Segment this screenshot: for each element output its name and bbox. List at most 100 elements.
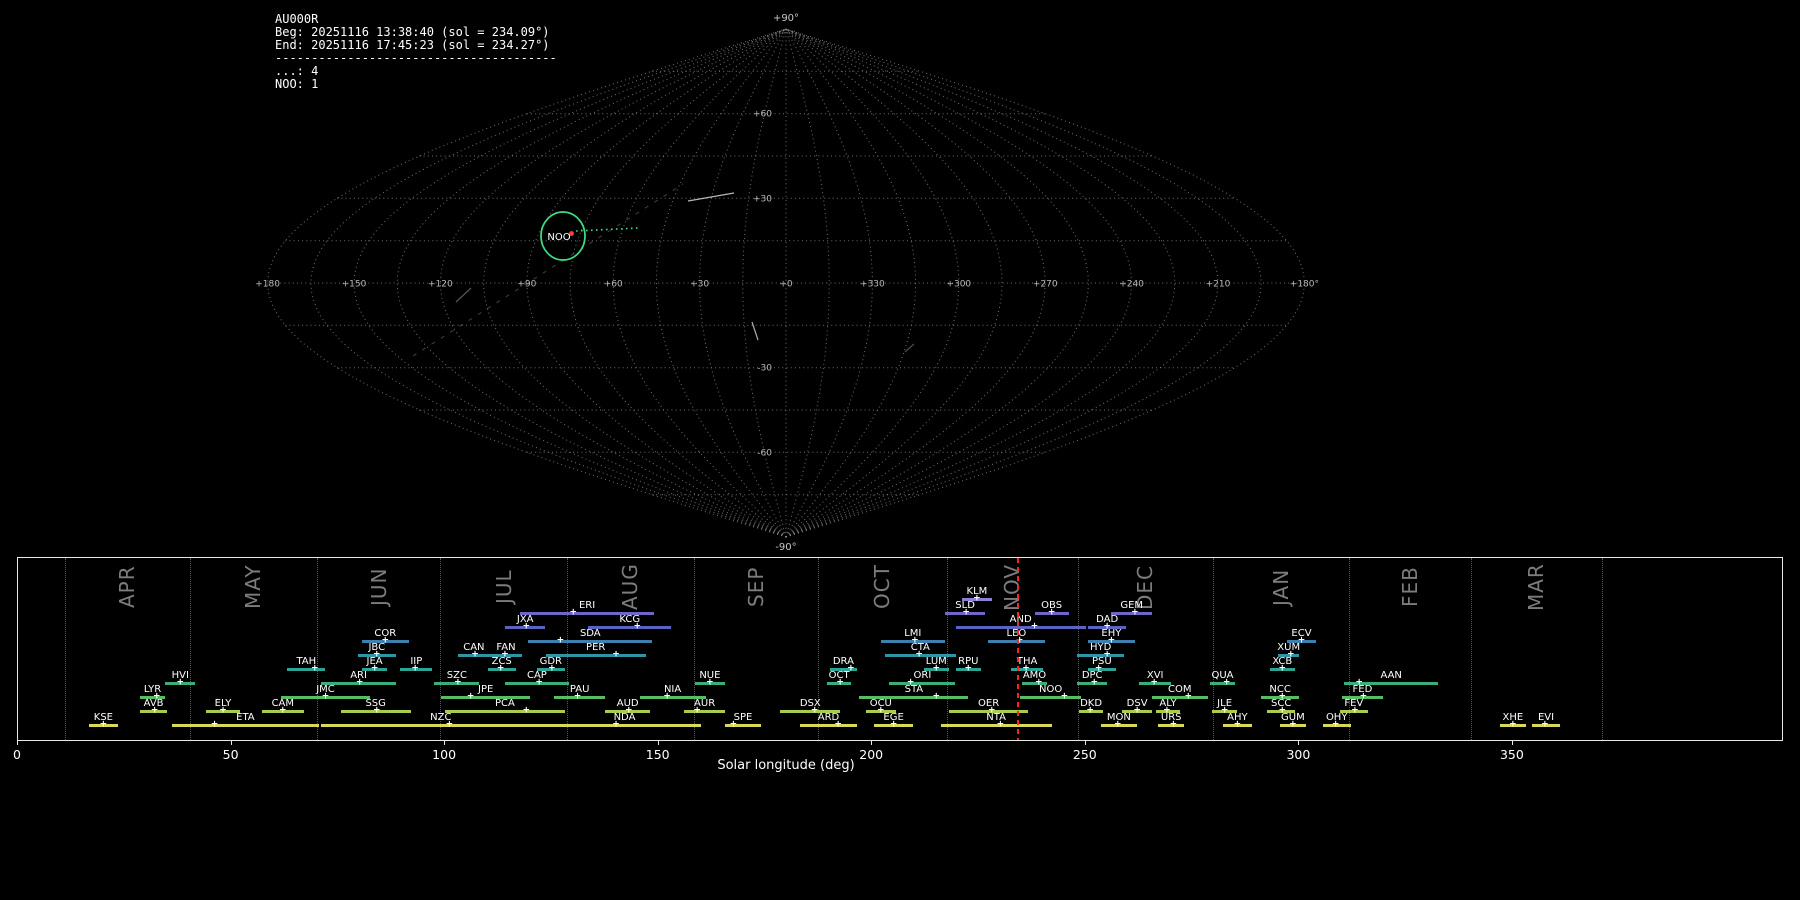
latitude-label: +30 <box>753 194 772 204</box>
shower-peak-marker: + <box>151 706 159 715</box>
shower-peak-marker: + <box>663 692 671 701</box>
shower-code-label: ETA <box>236 713 255 723</box>
month-label: MAR <box>1523 561 1549 613</box>
axis-tick-label: 0 <box>13 747 21 762</box>
longitude-label: +210 <box>1206 280 1231 290</box>
month-label: MAY <box>240 561 266 613</box>
pole-label-south: -90° <box>775 542 796 553</box>
shower-code-label: STA <box>905 685 924 695</box>
longitude-label: +180° <box>1290 280 1319 290</box>
month-boundary-line <box>1078 558 1079 740</box>
shower-code-label: PER <box>586 643 605 653</box>
activity-chart-plot-area: APRMAYJUNJULAUGSEPOCTNOVDECJANFEBMARKLM+… <box>17 557 1783 741</box>
month-label: SEP <box>743 561 769 613</box>
shower-peak-marker: + <box>446 720 454 729</box>
shower-peak-marker: + <box>612 720 620 729</box>
shower-peak-marker: + <box>411 664 419 673</box>
shower-activity-bar <box>445 710 565 713</box>
shower-peak-marker: + <box>1131 608 1139 617</box>
shower-peak-marker: + <box>1332 720 1340 729</box>
shower-peak-marker: + <box>1031 622 1039 631</box>
shower-code-label: SDA <box>580 629 601 639</box>
longitude-label: +120 <box>428 280 453 290</box>
shower-peak-marker: + <box>1091 678 1099 687</box>
month-label: NOV <box>999 561 1025 613</box>
radiant-code-label: NOO <box>547 232 570 243</box>
skymap-grid-meridian <box>311 29 786 537</box>
shower-activity-bar <box>684 710 725 713</box>
shower-peak-marker: + <box>1234 720 1242 729</box>
shower-peak-marker: + <box>706 678 714 687</box>
shower-peak-marker: + <box>915 650 923 659</box>
shower-peak-marker: + <box>1170 720 1178 729</box>
shower-peak-marker: + <box>1086 706 1094 715</box>
shower-peak-marker: + <box>890 720 898 729</box>
shower-activity-bar <box>800 724 858 727</box>
observation-end: End: 20251116 17:45:23 (sol = 234.27°) <box>275 39 557 52</box>
observation-begin: Beg: 20251116 13:38:40 (sol = 234.09°) <box>275 26 557 39</box>
month-boundary-line <box>65 558 66 740</box>
month-boundary-line <box>190 558 191 740</box>
station-id: AU000R <box>275 13 557 26</box>
latitude-label: -30 <box>757 364 772 374</box>
shower-peak-marker: + <box>523 622 531 631</box>
shower-peak-marker: + <box>634 622 642 631</box>
month-boundary-line <box>1602 558 1603 740</box>
shower-activity-bar <box>1020 696 1082 699</box>
info-panel: AU000R Beg: 20251116 13:38:40 (sol = 234… <box>275 13 557 90</box>
longitude-label: +240 <box>1119 280 1144 290</box>
shower-peak-marker: + <box>1509 720 1517 729</box>
shower-peak-marker: + <box>1541 720 1549 729</box>
shower-peak-marker: + <box>177 678 185 687</box>
meteor-trail <box>688 193 734 201</box>
month-label: FEB <box>1397 561 1423 613</box>
shower-peak-marker: + <box>471 650 479 659</box>
month-label: OCT <box>869 561 895 613</box>
shower-code-label: JPE <box>478 685 493 695</box>
axis-tick <box>231 740 232 745</box>
meteor-trail <box>752 322 758 340</box>
shower-peak-marker: + <box>962 608 970 617</box>
shower-peak-marker: + <box>1150 678 1158 687</box>
shower-peak-marker: + <box>211 720 219 729</box>
axis-tick <box>658 740 659 745</box>
shower-peak-marker: + <box>730 720 738 729</box>
latitude-label: +60 <box>753 110 772 120</box>
axis-tick <box>444 740 445 745</box>
shower-peak-marker: + <box>548 664 556 673</box>
longitude-label: +180 <box>255 280 280 290</box>
axis-tick <box>871 740 872 745</box>
shower-peak-marker: + <box>574 692 582 701</box>
longitude-label: +270 <box>1033 280 1058 290</box>
axis-tick <box>1085 740 1086 745</box>
shower-code-label: PCA <box>495 699 515 709</box>
shower-code-label: ORI <box>914 671 932 681</box>
sporadic-count: ...: 4 <box>275 65 557 78</box>
skymap-grid-meridian <box>570 29 786 537</box>
longitude-label: +60 <box>604 280 623 290</box>
axis-tick <box>1298 740 1299 745</box>
reference-line <box>413 184 683 356</box>
shower-peak-marker: + <box>219 706 227 715</box>
shower-peak-marker: + <box>570 608 578 617</box>
shower-peak-marker: + <box>834 720 842 729</box>
shower-peak-marker: + <box>557 636 565 645</box>
axis-tick-label: 200 <box>859 747 883 762</box>
month-label: AUG <box>617 561 643 613</box>
month-label: APR <box>114 561 140 613</box>
shower-peak-marker: + <box>356 678 364 687</box>
month-boundary-line <box>317 558 318 740</box>
shower-peak-marker: + <box>1289 720 1297 729</box>
axis-tick-label: 350 <box>1500 747 1524 762</box>
shower-code-label: AND <box>1010 615 1032 625</box>
shower-peak-marker: + <box>535 678 543 687</box>
shower-activity-bar <box>548 724 702 727</box>
shower-peak-marker: + <box>371 664 379 673</box>
radiant-plot: +90°-90°+60+30-30-60+180+150+120+90+60+3… <box>0 0 1800 900</box>
shower-peak-marker: + <box>612 650 620 659</box>
shower-peak-marker: + <box>1133 706 1141 715</box>
month-boundary-line <box>567 558 568 740</box>
month-label: JUN <box>366 561 392 613</box>
latitude-label: -60 <box>757 448 772 458</box>
shower-peak-marker: + <box>454 678 462 687</box>
